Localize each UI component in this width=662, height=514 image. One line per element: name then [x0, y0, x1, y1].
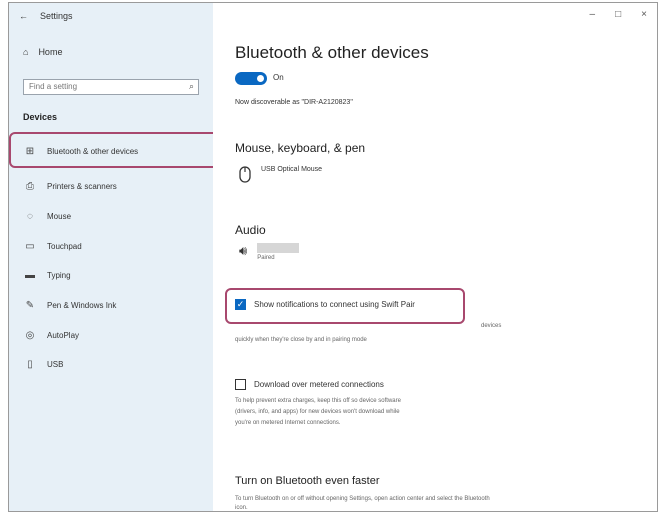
sidebar-item-label: Mouse: [47, 212, 72, 221]
faster-help-2: icon.: [235, 505, 248, 511]
close-button[interactable]: ×: [641, 9, 647, 20]
sidebar: ← Settings ⌂ Home Find a setting ⌕ Devic…: [9, 3, 219, 511]
swift-pair-trailing-text: devices: [481, 323, 502, 329]
home-icon: ⌂: [23, 47, 29, 57]
metered-help-line-2: (drivers, info, and apps) for new device…: [235, 409, 400, 415]
bluetooth-toggle[interactable]: [235, 72, 267, 85]
mouse-icon: ◌: [27, 211, 33, 222]
discoverable-text: Now discoverable as "DIR-A2120823": [235, 99, 353, 106]
search-input[interactable]: Find a setting ⌕: [23, 79, 199, 95]
back-arrow-icon[interactable]: ←: [19, 11, 28, 21]
redacted-device-name: [257, 243, 300, 253]
metered-setting[interactable]: Download over metered connections: [235, 379, 384, 390]
touchpad-icon: ▭: [25, 241, 35, 252]
mouse-keyboard-pen-heading: Mouse, keyboard, & pen: [235, 141, 366, 155]
bluetooth-toggle-label: On: [273, 73, 284, 82]
sidebar-item-home[interactable]: ⌂ Home: [23, 47, 62, 57]
keyboard-icon: ▬: [25, 270, 35, 281]
sidebar-item-mouse[interactable]: ◌ Mouse: [23, 211, 71, 222]
metered-help-line-3: you're on metered Internet connections.: [235, 420, 341, 426]
main-content: – □ × Bluetooth & other devices On Now d…: [213, 3, 657, 511]
sidebar-item-typing[interactable]: ▬ Typing: [23, 270, 71, 281]
sidebar-item-label: USB: [47, 360, 64, 369]
search-icon: ⌕: [188, 81, 194, 91]
minimize-button[interactable]: –: [590, 9, 596, 20]
mouse-device-icon: [239, 166, 251, 183]
title-bar: ← Settings: [19, 11, 73, 21]
metered-help-line-1: To help prevent extra charges, keep this…: [235, 398, 401, 404]
sidebar-item-label: Pen & Windows Ink: [47, 301, 117, 310]
device-name: USB Optical Mouse: [261, 166, 323, 173]
device-audio[interactable]: 🔊︎ Paired: [239, 243, 300, 261]
pen-icon: ✎: [25, 300, 35, 311]
sidebar-section-devices: Devices: [23, 112, 58, 122]
metered-label: Download over metered connections: [254, 380, 384, 389]
sidebar-item-label: Touchpad: [47, 242, 82, 251]
search-placeholder: Find a setting: [29, 82, 78, 91]
metered-checkbox[interactable]: [235, 379, 246, 390]
sidebar-item-pen[interactable]: ✎ Pen & Windows Ink: [23, 300, 117, 311]
highlight-outline-swift-pair: [225, 288, 465, 324]
device-usb-mouse[interactable]: USB Optical Mouse: [239, 166, 322, 183]
sidebar-item-printers[interactable]: ⎙ Printers & scanners: [23, 181, 117, 192]
usb-icon: ▯: [27, 359, 33, 370]
sidebar-item-label: AutoPlay: [47, 331, 80, 340]
autoplay-icon: ◎: [25, 330, 35, 341]
speaker-icon: 🔊︎: [239, 243, 248, 258]
audio-heading: Audio: [235, 223, 266, 237]
faster-heading: Turn on Bluetooth even faster: [235, 475, 380, 487]
sidebar-item-usb[interactable]: ▯ USB: [23, 359, 63, 370]
settings-window: ← Settings ⌂ Home Find a setting ⌕ Devic…: [8, 2, 658, 512]
sidebar-item-autoplay[interactable]: ◎ AutoPlay: [23, 330, 79, 341]
device-status: Paired: [257, 255, 275, 261]
printer-icon: ⎙: [26, 181, 34, 192]
sidebar-item-label: Printers & scanners: [47, 182, 117, 191]
sidebar-item-label: Typing: [47, 271, 71, 280]
swift-pair-help: quickly when they're close by and in pai…: [235, 337, 367, 343]
faster-help: To turn Bluetooth on or off without open…: [235, 496, 490, 502]
window-controls: – □ ×: [590, 9, 647, 20]
page-title: Bluetooth & other devices: [235, 43, 429, 62]
highlight-outline-bluetooth-item: [9, 132, 219, 168]
sidebar-item-touchpad[interactable]: ▭ Touchpad: [23, 241, 82, 252]
window-title: Settings: [40, 11, 73, 21]
home-label: Home: [38, 47, 63, 57]
maximize-button[interactable]: □: [615, 9, 621, 20]
